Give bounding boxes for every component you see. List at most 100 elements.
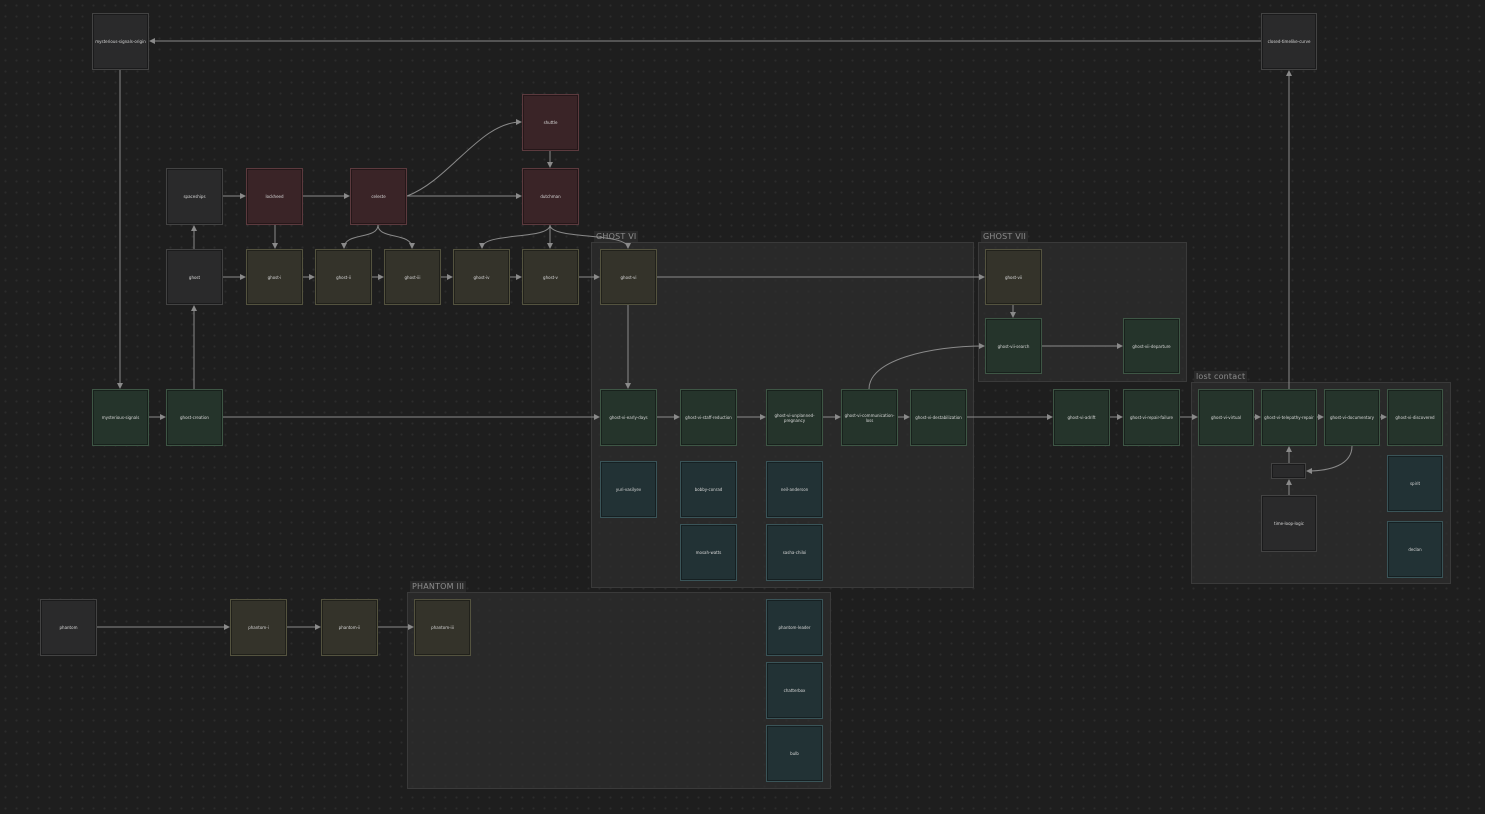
node-chatterbox[interactable]: chatterbox: [766, 662, 823, 719]
node-label: bobby-conrad: [694, 487, 723, 492]
node-ghost-vi-telepathy-repair[interactable]: ghost-vi-telepathy-repair: [1261, 389, 1317, 446]
node-label: lockheed: [265, 194, 284, 199]
node-phantom-ii[interactable]: phantom-ii: [321, 599, 378, 656]
node-ghost-creation[interactable]: ghost-creation: [166, 389, 223, 446]
node-label: ghost-vi-documentary: [1329, 415, 1375, 420]
node-label: ghost-vii-search: [997, 343, 1030, 349]
node-sasha-chiloi[interactable]: sasha-chiloi: [766, 524, 823, 581]
node-ghost[interactable]: ghost: [166, 249, 223, 305]
node-label: celeste: [371, 194, 386, 199]
node-label: ghost-vi-unplanned-pregnancy: [774, 412, 815, 423]
node-label: ghost-vi-adrift: [1067, 415, 1096, 420]
node-lockheed[interactable]: lockheed: [246, 168, 303, 225]
node-bobby-conrad[interactable]: bobby-conrad: [680, 461, 737, 518]
node-label: ghost-vi-virtual: [1210, 415, 1242, 420]
node-label: ghost-iv: [473, 274, 490, 280]
node-label: time-loop-logic: [1274, 521, 1304, 526]
node-ghost-vi-unplanned-pregnancy[interactable]: ghost-vi-unplanned-pregnancy: [766, 389, 823, 446]
node-ghost-vi-destabilization[interactable]: ghost-vi-destabilization: [910, 389, 967, 446]
node-ghost-vi-communication-loss[interactable]: ghost-vi-communication-loss: [841, 389, 898, 446]
node-mosah-watts[interactable]: mosah-watts: [680, 524, 737, 581]
node-label: ghost-ii: [336, 274, 351, 280]
node-declan[interactable]: declan: [1387, 521, 1443, 578]
node-label: dutchman: [540, 194, 561, 199]
node-label: ghost-vii: [1004, 274, 1023, 280]
node-spirit[interactable]: spirit: [1387, 455, 1443, 512]
node-mysterious-signals-origin[interactable]: mysterious-signals-origin: [92, 13, 149, 70]
node-label: ghost-vi-repair-failure: [1129, 415, 1174, 420]
node-ghost-i[interactable]: ghost-i: [246, 249, 303, 305]
node-label: bulb: [790, 751, 799, 756]
group-title: PHANTOM III: [410, 581, 467, 592]
node-label: ghost-v: [543, 274, 558, 280]
node-ghost-vi-discovered[interactable]: ghost-vi-discovered: [1387, 389, 1443, 446]
node-label: phantom: [59, 625, 78, 630]
edge: [479, 224, 551, 249]
node-neil-anderson[interactable]: neil-anderson: [766, 461, 823, 518]
node-label: phantom-iii: [431, 625, 454, 630]
node-ghost-vii[interactable]: ghost-vii: [985, 249, 1042, 305]
node-label: chatterbox: [783, 688, 806, 693]
node-label: yuri-vasilyev: [615, 487, 642, 492]
node-label: neil-anderson: [780, 487, 809, 492]
node-label: ghost-vi-staff-reduction: [685, 415, 732, 420]
node-phantom-leader[interactable]: phantom-leader: [766, 599, 823, 656]
node-spaceships[interactable]: spaceships: [166, 168, 223, 225]
node-closed-timelike-curve[interactable]: closed-timelike-curve: [1261, 13, 1317, 70]
node-label: phantom-i: [248, 625, 269, 630]
node-label: closed-timelike-curve: [1267, 39, 1311, 44]
group-title: GHOST VI: [594, 231, 639, 242]
node-ghost-v[interactable]: ghost-v: [522, 249, 579, 305]
node-label: mysterious-signals: [101, 415, 140, 420]
node-celeste[interactable]: celeste: [350, 168, 407, 225]
node-label: ghost-vi-communication-loss: [844, 412, 895, 423]
node-ghost-vi-repair-failure[interactable]: ghost-vi-repair-failure: [1123, 389, 1180, 446]
node-label: sasha-chiloi: [782, 550, 807, 555]
node-phantom-i[interactable]: phantom-i: [230, 599, 287, 656]
node-label: phantom-leader: [778, 625, 811, 630]
node-label: ghost-vi: [620, 274, 637, 280]
node-ghost-vi[interactable]: ghost-vi: [600, 249, 657, 305]
node-label: ghost-vi-discovered: [1395, 415, 1435, 420]
node-dutchman[interactable]: dutchman: [522, 168, 579, 225]
node-label: phantom-ii: [338, 625, 361, 630]
node-junction[interactable]: [1271, 463, 1306, 479]
node-ghost-vi-staff-reduction[interactable]: ghost-vi-staff-reduction: [680, 389, 737, 446]
group-title: GHOST VII: [981, 231, 1029, 242]
edge: [377, 224, 415, 249]
node-label: ghost-vii-departure: [1132, 343, 1171, 349]
node-phantom[interactable]: phantom: [40, 599, 97, 656]
node-ghost-vi-virtual[interactable]: ghost-vi-virtual: [1198, 389, 1254, 446]
node-label: ghost-creation: [180, 415, 209, 420]
node-label: spaceships: [183, 194, 206, 199]
group-title: lost contact: [1194, 371, 1248, 382]
node-time-loop-logic[interactable]: time-loop-logic: [1261, 495, 1317, 552]
node-mysterious-signals[interactable]: mysterious-signals: [92, 389, 149, 446]
node-bulb[interactable]: bulb: [766, 725, 823, 782]
node-label: ghost-vi-destabilization: [915, 415, 962, 420]
node-ghost-vii-search[interactable]: ghost-vii-search: [985, 318, 1042, 374]
node-label: spirit: [1409, 481, 1421, 486]
node-label: ghost-i: [267, 274, 282, 280]
node-shuttle[interactable]: shuttle: [522, 94, 579, 151]
node-label: shuttle: [543, 120, 558, 125]
node-label: ghost: [188, 274, 201, 280]
node-ghost-ii[interactable]: ghost-ii: [315, 249, 372, 305]
node-label: mysterious-signals-origin: [95, 39, 146, 44]
edge: [406, 119, 522, 197]
node-ghost-iv[interactable]: ghost-iv: [453, 249, 510, 305]
node-label: ghost-vi-early-days: [609, 415, 648, 420]
node-phantom-iii[interactable]: phantom-iii: [414, 599, 471, 656]
node-ghost-iii[interactable]: ghost-iii: [384, 249, 441, 305]
edge: [341, 224, 379, 249]
node-label: ghost-vi-telepathy-repair: [1264, 415, 1314, 420]
node-ghost-vi-early-days[interactable]: ghost-vi-early-days: [600, 389, 657, 446]
node-label: declan: [1408, 547, 1422, 552]
node-ghost-vi-documentary[interactable]: ghost-vi-documentary: [1324, 389, 1380, 446]
node-ghost-vii-departure[interactable]: ghost-vii-departure: [1123, 318, 1180, 374]
diagram-canvas: GHOST VI GHOST VII PHANTOM III lost cont…: [0, 0, 1485, 814]
node-label: mosah-watts: [695, 550, 722, 555]
node-yuri-vasilyev[interactable]: yuri-vasilyev: [600, 461, 657, 518]
node-ghost-vi-adrift[interactable]: ghost-vi-adrift: [1053, 389, 1110, 446]
node-label: ghost-iii: [404, 274, 421, 280]
